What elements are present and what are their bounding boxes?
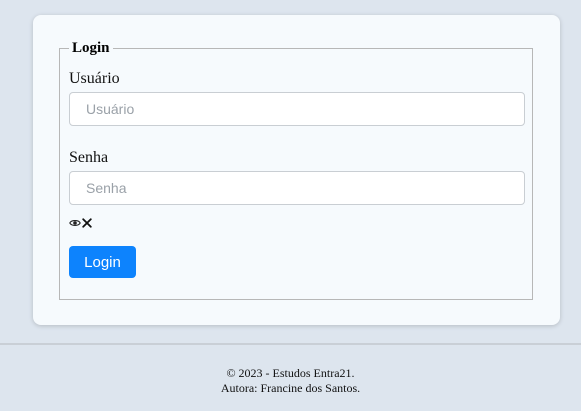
footer-copyright: © 2023 - Estudos Entra21. (226, 366, 355, 380)
footer-author: Autora: Francine dos Santos. (220, 381, 361, 395)
username-label: Usuário (69, 70, 120, 87)
login-button[interactable]: Login (69, 246, 136, 278)
footer: © 2023 - Estudos Entra21. Autora: Franci… (0, 366, 581, 396)
password-visibility-toggle[interactable] (69, 216, 92, 230)
password-label: Senha (69, 149, 109, 166)
password-input[interactable] (69, 171, 525, 205)
login-card: Login Usuário Senha Login (33, 15, 560, 325)
username-input[interactable] (69, 92, 525, 126)
close-icon (82, 218, 92, 228)
eye-icon (69, 220, 81, 226)
footer-divider (0, 343, 581, 345)
login-legend: Login (72, 40, 110, 56)
